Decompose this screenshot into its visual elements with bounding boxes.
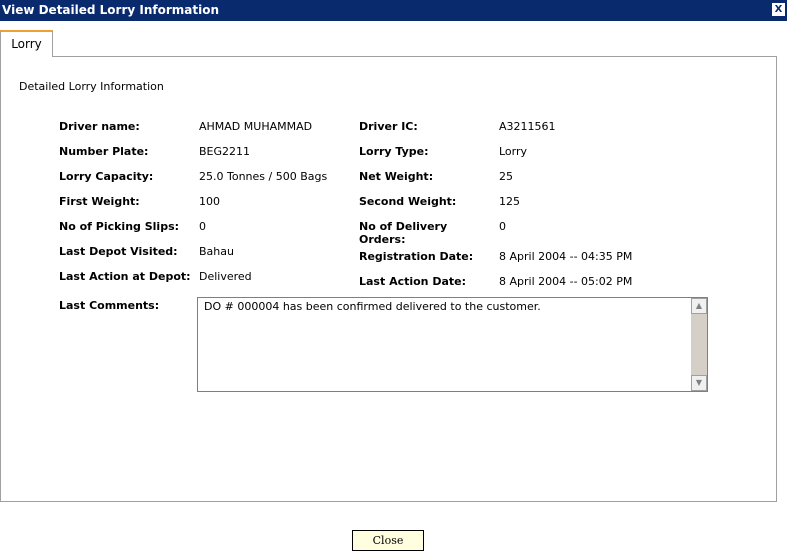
first-weight-value: 100 <box>199 195 220 208</box>
registration-date-value: 8 April 2004 -- 04:35 PM <box>499 250 633 263</box>
lorry-type-label: Lorry Type: <box>359 145 429 158</box>
delivery-orders-label: No of Delivery Orders: <box>359 220 448 246</box>
window-title: View Detailed Lorry Information <box>2 3 220 17</box>
title-bar: View Detailed Lorry Information X <box>0 0 787 21</box>
number-plate-value: BEG2211 <box>199 145 251 158</box>
delivery-orders-value: 0 <box>499 220 506 233</box>
lorry-type-value: Lorry <box>499 145 528 158</box>
second-weight-value: 125 <box>499 195 520 208</box>
picking-slips-label: No of Picking Slips: <box>59 220 180 233</box>
second-weight-label: Second Weight: <box>359 195 457 208</box>
driver-name-label: Driver name: <box>59 120 140 133</box>
picking-slips-value: 0 <box>199 220 206 233</box>
last-action-depot-value: Delivered <box>199 270 252 283</box>
last-action-date-value: 8 April 2004 -- 05:02 PM <box>499 275 633 288</box>
scroll-up-arrow-icon[interactable]: ▲ <box>691 298 707 314</box>
last-action-date-label: Last Action Date: <box>359 275 467 288</box>
last-action-depot-label: Last Action at Depot: <box>59 270 191 283</box>
driver-ic-value: A3211561 <box>499 120 556 133</box>
section-title: Detailed Lorry Information <box>19 80 164 93</box>
number-plate-label: Number Plate: <box>59 145 149 158</box>
driver-name-value: AHMAD MUHAMMAD <box>199 120 313 133</box>
scroll-down-arrow-icon[interactable]: ▼ <box>691 375 707 391</box>
net-weight-value: 25 <box>499 170 513 183</box>
first-weight-label: First Weight: <box>59 195 140 208</box>
registration-date-label: Registration Date: <box>359 250 474 263</box>
close-button[interactable]: Close <box>352 530 424 551</box>
close-window-button[interactable]: X <box>772 3 785 16</box>
driver-ic-label: Driver IC: <box>359 120 418 133</box>
lorry-capacity-label: Lorry Capacity: <box>59 170 154 183</box>
last-comments-textarea[interactable]: DO # 000004 has been confirmed delivered… <box>197 297 708 392</box>
lorry-capacity-value: 25.0 Tonnes / 500 Bags <box>199 170 328 183</box>
last-comments-label: Last Comments: <box>59 299 160 312</box>
comments-scrollbar[interactable]: ▲ ▼ <box>691 298 707 391</box>
last-comments-text: DO # 000004 has been confirmed delivered… <box>204 300 541 313</box>
last-depot-value: Bahau <box>199 245 234 258</box>
tab-lorry[interactable]: Lorry <box>0 30 53 57</box>
net-weight-label: Net Weight: <box>359 170 434 183</box>
last-depot-label: Last Depot Visited: <box>59 245 178 258</box>
